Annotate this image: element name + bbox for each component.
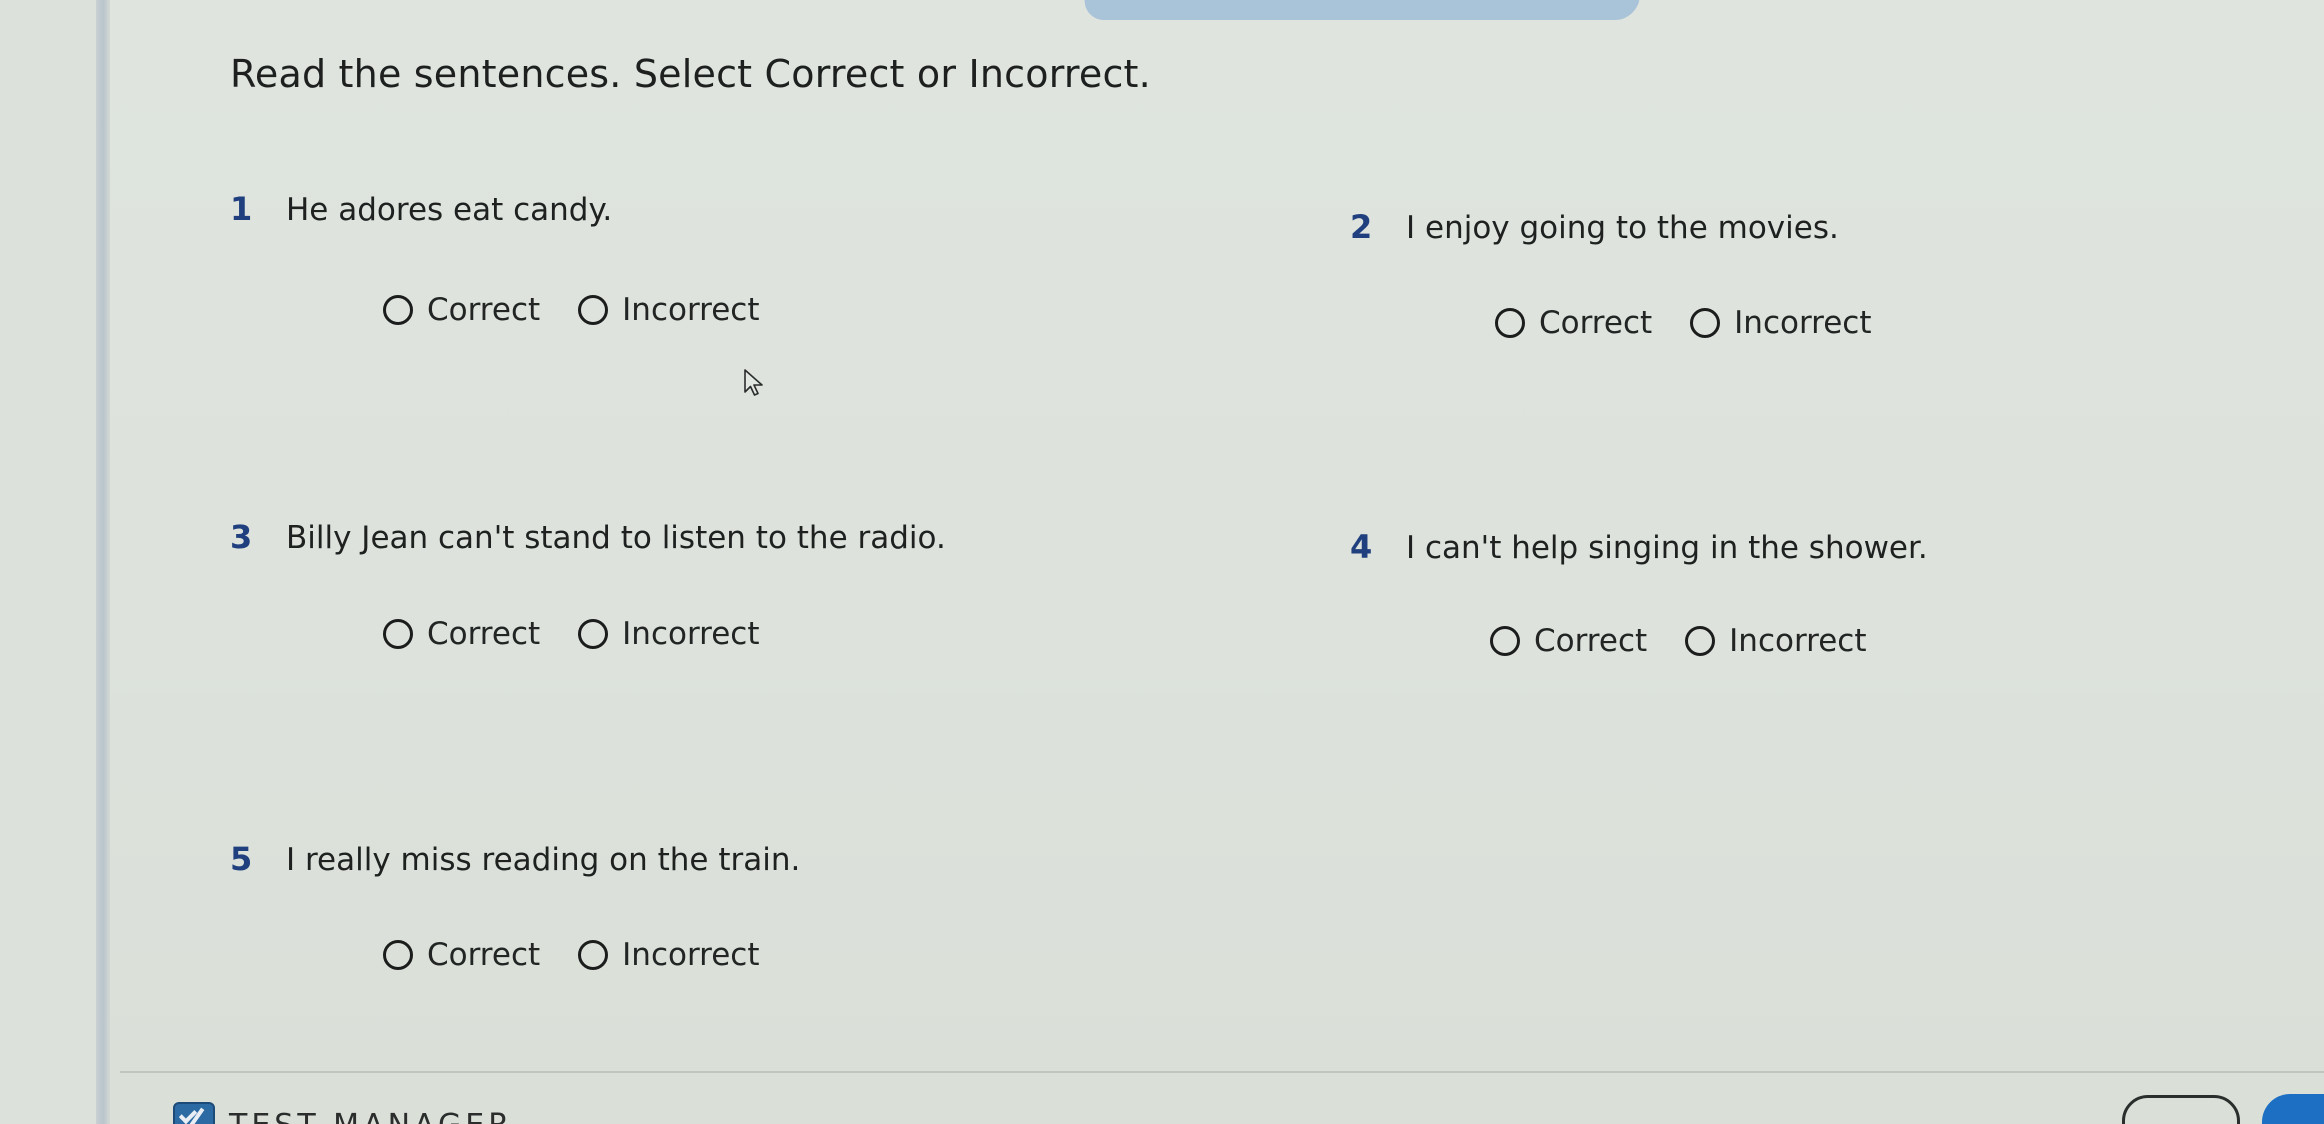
option-label: Incorrect [622,937,760,973]
radio-button[interactable] [1685,626,1716,656]
question-number: 5 [230,840,253,878]
radio-button[interactable] [578,295,609,325]
question-2: 2 I enjoy going to the movies. [1350,208,1839,246]
radio-button[interactable] [1495,308,1525,338]
left-panel [0,0,104,1124]
option-label: Correct [427,937,541,973]
app-logo: TEST MANAGER [173,1102,513,1124]
question-number: 2 [1350,208,1373,246]
question-text: He adores eat candy. [286,192,613,228]
check-logo-icon [173,1102,215,1124]
option-label: Incorrect [622,616,760,652]
option-label: Correct [1539,305,1653,341]
question-number: 1 [230,190,253,228]
option-correct[interactable]: Correct [1495,305,1652,341]
question-1-options: Correct Incorrect [383,292,798,328]
question-number: 3 [230,518,253,556]
radio-button[interactable] [383,940,413,970]
secondary-button[interactable] [2122,1095,2240,1124]
question-text: I really miss reading on the train. [286,842,801,878]
primary-button[interactable] [2262,1094,2324,1124]
question-2-options: Correct Incorrect [1495,305,1910,341]
footer-divider [120,1071,2324,1073]
option-incorrect[interactable]: Incorrect [578,292,760,328]
question-3: 3 Billy Jean can't stand to listen to th… [230,518,946,556]
option-label: Correct [427,292,541,328]
option-correct[interactable]: Correct [1490,623,1647,659]
option-incorrect[interactable]: Incorrect [578,616,760,652]
radio-button[interactable] [383,295,413,325]
question-number: 4 [1350,528,1373,566]
top-tab[interactable] [1082,0,1643,20]
panel-divider[interactable] [96,0,110,1124]
question-text: I enjoy going to the movies. [1406,210,1839,246]
question-1: 1 He adores eat candy. [230,190,612,228]
radio-button[interactable] [383,619,413,649]
option-incorrect[interactable]: Incorrect [578,937,760,973]
question-4-options: Correct Incorrect [1490,623,1905,659]
option-label: Correct [427,616,541,652]
option-label: Incorrect [1729,623,1867,659]
option-label: Incorrect [1734,305,1872,341]
option-incorrect[interactable]: Incorrect [1690,305,1872,341]
option-label: Correct [1534,623,1648,659]
question-text: Billy Jean can't stand to listen to the … [286,520,946,556]
test-screen: Read the sentences. Select Correct or In… [0,0,2324,1124]
question-text: I can't help singing in the shower. [1406,530,1928,566]
option-label: Incorrect [622,292,760,328]
question-3-options: Correct Incorrect [383,616,798,652]
question-5-options: Correct Incorrect [383,937,798,973]
radio-button[interactable] [1490,626,1520,656]
option-correct[interactable]: Correct [383,292,540,328]
question-4: 4 I can't help singing in the shower. [1350,528,1928,566]
option-incorrect[interactable]: Incorrect [1685,623,1867,659]
radio-button[interactable] [1690,308,1721,338]
instruction-heading: Read the sentences. Select Correct or In… [230,52,1151,96]
logo-text: TEST MANAGER [229,1108,513,1124]
radio-button[interactable] [578,940,609,970]
question-5: 5 I really miss reading on the train. [230,840,800,878]
option-correct[interactable]: Correct [383,616,540,652]
option-correct[interactable]: Correct [383,937,540,973]
radio-button[interactable] [578,619,609,649]
